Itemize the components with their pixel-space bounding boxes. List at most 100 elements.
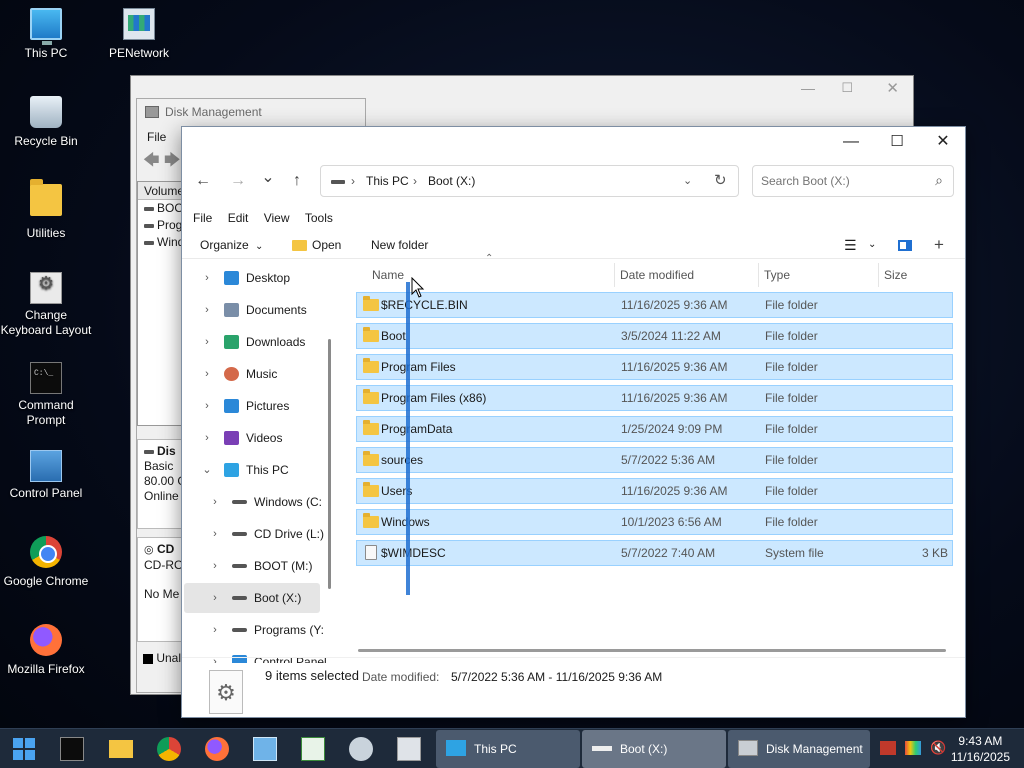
chevron-down-icon[interactable]: ⌄: [683, 166, 692, 196]
chevron-right-icon[interactable]: ›: [200, 359, 214, 389]
volume-muted-icon[interactable]: 🔇: [930, 740, 946, 768]
sidebar-item-boot-x[interactable]: › Boot (X:): [184, 583, 320, 613]
chevron-right-icon[interactable]: ›: [208, 551, 222, 581]
file-row[interactable]: $RECYCLE.BIN 11/16/2025 9:36 AM File fol…: [356, 292, 953, 318]
file-row[interactable]: ProgramData 1/25/2024 9:09 PM File folde…: [356, 416, 953, 442]
up-button[interactable]: ↑: [284, 169, 310, 193]
sidebar-item-desktop[interactable]: › Desktop: [184, 263, 320, 293]
desktop-icon-change-keyboard-layout[interactable]: Change Keyboard Layout: [0, 272, 92, 338]
menu-file[interactable]: File: [182, 207, 212, 229]
column-header-type[interactable]: Type: [764, 263, 790, 287]
chevron-right-icon[interactable]: ›: [208, 583, 222, 613]
column-header-name[interactable]: Name: [372, 263, 404, 287]
sidebar-item-this-pc[interactable]: ⌄ This PC: [184, 455, 320, 485]
column-header-date-modified[interactable]: Date modified: [620, 263, 694, 287]
network-tray-icon[interactable]: [880, 741, 896, 755]
system-clock[interactable]: 9:43 AM 11/16/2025: [951, 733, 1010, 765]
file-explorer-taskbar-icon[interactable]: [109, 740, 133, 758]
chevron-right-icon[interactable]: ›: [200, 263, 214, 293]
color-tray-icon[interactable]: [905, 741, 921, 755]
chevron-down-icon[interactable]: ⌄: [200, 455, 214, 485]
navigation-pane[interactable]: › Desktop › Documents › Downloads › Musi…: [182, 263, 330, 663]
sidebar-item-boot-m[interactable]: › BOOT (M:): [184, 551, 320, 581]
desktop-icon-recycle-bin[interactable]: Recycle Bin: [0, 96, 92, 149]
explorer-titlebar[interactable]: — ☐ ✕: [182, 127, 965, 157]
minimize-button[interactable]: —: [828, 127, 874, 157]
file-row[interactable]: Program Files (x86) 11/16/2025 9:36 AM F…: [356, 385, 953, 411]
sidebar-item-downloads[interactable]: › Downloads: [184, 327, 320, 357]
column-divider[interactable]: [758, 263, 759, 287]
disk-management-titlebar[interactable]: Disk Management: [137, 99, 365, 125]
close-icon[interactable]: ✕: [886, 79, 899, 97]
chevron-right-icon[interactable]: ›: [208, 519, 222, 549]
notepad-taskbar-icon[interactable]: [253, 737, 277, 761]
search-input[interactable]: [761, 174, 921, 188]
start-button[interactable]: [12, 737, 36, 761]
forward-arrow-icon[interactable]: 🡆: [164, 152, 181, 169]
file-row[interactable]: Users 11/16/2025 9:36 AM File folder: [356, 478, 953, 504]
chevron-right-icon[interactable]: ›: [208, 487, 222, 517]
command-prompt-taskbar-icon[interactable]: [60, 737, 84, 761]
file-row[interactable]: Boot 3/5/2024 11:22 AM File folder: [356, 323, 953, 349]
sidebar-item-programs-y[interactable]: › Programs (Y:: [184, 615, 324, 645]
forward-button[interactable]: →: [225, 169, 251, 193]
new-folder-button[interactable]: New folder: [371, 231, 428, 259]
taskbar-app-disk-management[interactable]: Disk Management: [728, 730, 870, 768]
disk-tool-taskbar-icon[interactable]: [349, 737, 373, 761]
details-pane-icon[interactable]: [898, 231, 912, 259]
search-box[interactable]: ⌕: [752, 165, 954, 197]
chevron-down-icon[interactable]: ⌄: [868, 231, 876, 259]
sidebar-item-pictures[interactable]: › Pictures: [184, 391, 320, 421]
recent-locations-button[interactable]: ⌄: [255, 166, 281, 190]
menu-tools[interactable]: Tools: [293, 207, 333, 229]
column-divider[interactable]: [878, 263, 879, 287]
file-list-horizontal-scrollbar[interactable]: [358, 649, 946, 652]
chevron-right-icon[interactable]: ›: [200, 327, 214, 357]
file-explorer-window[interactable]: — ☐ ✕ ← → ⌄ ↑ › This PC › Boot (X:) ⌄ ↻ …: [181, 126, 966, 718]
chevron-right-icon[interactable]: ›: [200, 391, 214, 421]
file-list[interactable]: ⌃ Name Date modified Type Size $RECYCLE.…: [338, 253, 966, 654]
file-row[interactable]: sources 5/7/2022 5:36 AM File folder: [356, 447, 953, 473]
plus-icon[interactable]: +: [934, 231, 944, 259]
file-row[interactable]: Windows 10/1/2023 6:56 AM File folder: [356, 509, 953, 535]
sidebar-item-windows-c[interactable]: › Windows (C:: [184, 487, 322, 517]
sidebar-item-videos[interactable]: › Videos: [184, 423, 320, 453]
maximize-icon[interactable]: ☐: [841, 80, 853, 96]
open-button[interactable]: Open: [292, 231, 341, 259]
taskbar-app-boot-x[interactable]: Boot (X:): [582, 730, 726, 768]
column-header-size[interactable]: Size: [884, 263, 907, 287]
desktop-icon-control-panel[interactable]: Control Panel: [0, 450, 92, 501]
menu-file[interactable]: File: [147, 130, 166, 144]
close-button[interactable]: ✕: [920, 127, 966, 157]
view-list-icon[interactable]: ☰: [844, 231, 857, 259]
maximize-button[interactable]: ☐: [874, 127, 920, 157]
column-divider[interactable]: [614, 263, 615, 287]
firefox-taskbar-icon[interactable]: [205, 737, 229, 761]
desktop-icon-penetwork[interactable]: PENetwork: [93, 8, 185, 61]
chevron-right-icon[interactable]: ›: [200, 423, 214, 453]
desktop-icon-google-chrome[interactable]: Google Chrome: [0, 536, 92, 589]
desktop-icon-command-prompt[interactable]: Command Prompt: [0, 362, 92, 428]
menu-view[interactable]: View: [252, 207, 290, 229]
chevron-right-icon[interactable]: ›: [200, 295, 214, 325]
taskbar-app-this-pc[interactable]: This PC: [436, 730, 580, 768]
address-bar[interactable]: › This PC › Boot (X:) ⌄ ↻: [320, 165, 739, 197]
sidebar-item-cd-drive-l[interactable]: › CD Drive (L:): [184, 519, 324, 549]
back-arrow-icon[interactable]: 🡄: [143, 152, 160, 169]
desktop-icon-utilities[interactable]: Utilities: [0, 179, 92, 241]
breadcrumb-boot-x[interactable]: Boot (X:): [428, 166, 475, 196]
desktop-icon-mozilla-firefox[interactable]: Mozilla Firefox: [0, 624, 92, 677]
sidebar-item-music[interactable]: › Music: [184, 359, 320, 389]
organize-button[interactable]: Organize ⌄: [200, 231, 263, 259]
file-row[interactable]: $WIMDESC 5/7/2022 7:40 AM System file 3 …: [356, 540, 953, 566]
file-row[interactable]: Program Files 11/16/2025 9:36 AM File fo…: [356, 354, 953, 380]
back-button[interactable]: ←: [190, 169, 216, 193]
chevron-right-icon[interactable]: ›: [208, 615, 222, 645]
menu-edit[interactable]: Edit: [216, 207, 249, 229]
desktop-icon-this-pc[interactable]: This PC: [0, 8, 92, 61]
chrome-taskbar-icon[interactable]: [157, 737, 181, 761]
minimize-icon[interactable]: —: [801, 80, 815, 96]
refresh-icon[interactable]: ↻: [714, 166, 727, 196]
task-manager-taskbar-icon[interactable]: [301, 737, 325, 761]
sidebar-item-documents[interactable]: › Documents: [184, 295, 320, 325]
